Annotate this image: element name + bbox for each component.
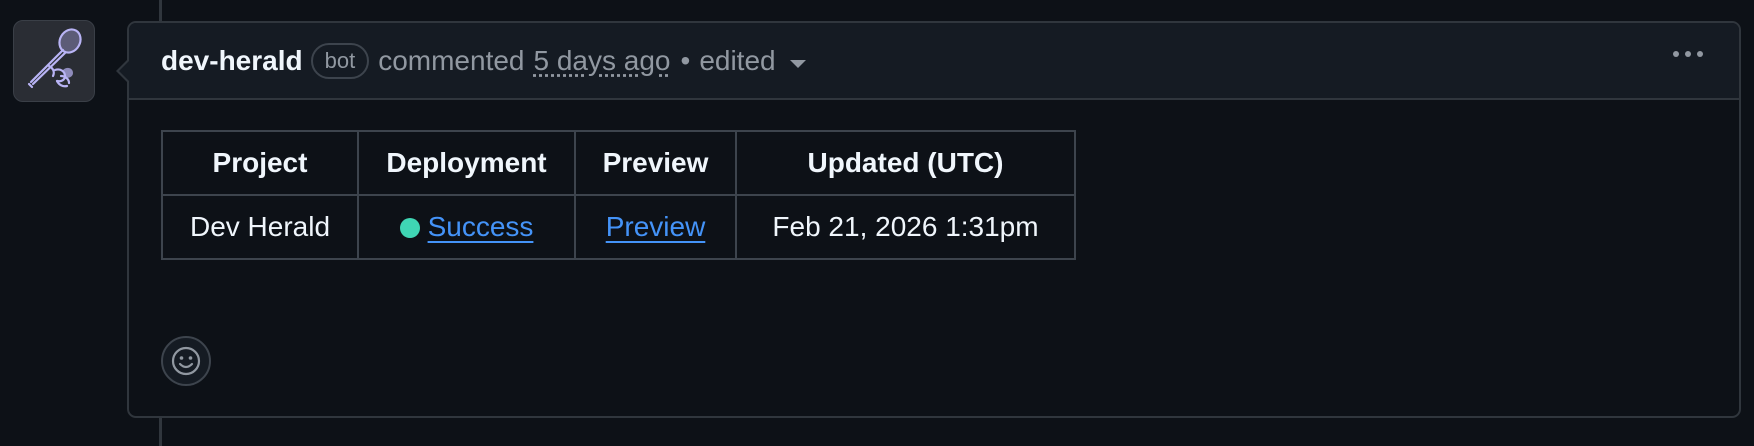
comment-header: dev-herald bot commented 5 days ago • ed…: [129, 23, 1739, 100]
cell-project: Dev Herald: [161, 194, 359, 260]
column-header-project: Project: [161, 130, 359, 196]
deployment-status-link[interactable]: Success: [428, 211, 534, 242]
preview-link[interactable]: Preview: [606, 211, 706, 242]
smiley-icon: [171, 346, 201, 376]
kebab-horizontal-icon[interactable]: [1673, 51, 1703, 57]
table-header-row: Project Deployment Preview Updated (UTC): [161, 130, 1076, 196]
author-link[interactable]: dev-herald: [161, 45, 303, 77]
column-header-updated: Updated (UTC): [735, 130, 1076, 196]
trumpet-herald-icon: [27, 28, 82, 89]
edited-label[interactable]: edited: [699, 45, 775, 77]
status-dot-icon: [399, 218, 420, 238]
cell-preview: Preview: [574, 194, 737, 260]
avatar[interactable]: [13, 20, 95, 102]
cell-deployment: Success: [357, 194, 576, 260]
comment-body: Project Deployment Preview Updated (UTC)…: [129, 100, 1739, 260]
table-row: Dev Herald Success Preview Feb 21, 2026 …: [161, 194, 1076, 260]
bot-badge: bot: [310, 42, 370, 79]
column-header-preview: Preview: [574, 130, 737, 196]
caret-down-icon[interactable]: [789, 59, 806, 68]
add-reaction-button[interactable]: [161, 336, 211, 386]
deployment-table: Project Deployment Preview Updated (UTC)…: [161, 130, 1076, 260]
comment-card: dev-herald bot commented 5 days ago • ed…: [116, 21, 1741, 418]
comment-action: commented: [378, 44, 525, 76]
cell-updated: Feb 21, 2026 1:31pm: [735, 194, 1076, 260]
timestamp-link[interactable]: 5 days ago: [534, 45, 671, 77]
separator: •: [680, 44, 691, 76]
column-header-deployment: Deployment: [357, 130, 576, 196]
